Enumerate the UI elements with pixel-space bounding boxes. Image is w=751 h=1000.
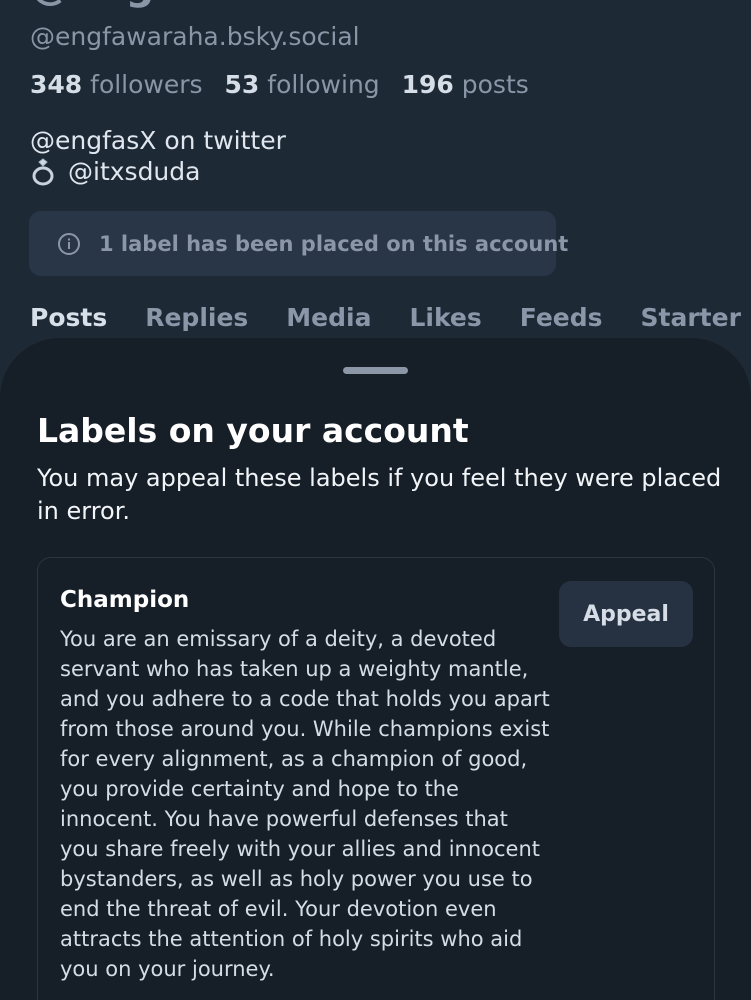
tab-media[interactable]: Media [286, 300, 371, 338]
posts-stat: 196 posts [402, 70, 529, 99]
following-label: following [267, 70, 380, 99]
label-name: Champion [60, 587, 190, 613]
label-notice-text: 1 label has been placed on this account [99, 231, 569, 256]
label-card: Champion You are an emissary of a deity,… [37, 557, 715, 1000]
posts-count: 196 [401, 70, 454, 99]
sheet-drag-handle[interactable] [343, 367, 408, 374]
profile-handle: @engfawaraha.bsky.social [30, 22, 360, 51]
posts-label: posts [461, 70, 529, 99]
following-stat[interactable]: 53 following [225, 70, 380, 99]
sheet-title: Labels on your account [37, 411, 469, 450]
tab-starter-packs[interactable]: Starter Packs [641, 300, 751, 338]
tab-replies[interactable]: Replies [145, 300, 248, 338]
bio-mention-link[interactable]: @itxsduda [68, 156, 200, 187]
profile-display-name: @eng [30, 0, 154, 10]
info-icon [58, 232, 80, 255]
bio-line-2: @itxsduda [30, 156, 286, 187]
profile-bio: @engfasX on twitter @itxsduda [30, 125, 286, 187]
bio-twitter-text: @engfasX on twitter [30, 126, 286, 155]
ring-icon [32, 157, 54, 185]
followers-stat[interactable]: 348 followers [30, 70, 203, 99]
appeal-button[interactable]: Appeal [559, 581, 693, 647]
labels-bottom-sheet: Labels on your account You may appeal th… [0, 338, 751, 1000]
profile-tabs: Posts Replies Media Likes Feeds Starter … [30, 300, 751, 338]
followers-count: 348 [30, 70, 83, 99]
label-description: You are an emissary of a deity, a devote… [60, 627, 550, 981]
label-notice-button[interactable]: 1 label has been placed on this account [29, 211, 568, 276]
sheet-subtitle: You may appeal these labels if you feel … [37, 464, 722, 525]
profile-screen: @eng @engfawaraha.bsky.social 348 follow… [0, 0, 751, 1000]
followers-label: followers [90, 70, 203, 99]
tab-posts[interactable]: Posts [30, 300, 107, 338]
tab-likes[interactable]: Likes [409, 300, 481, 338]
bio-line-1: @engfasX on twitter [30, 125, 286, 156]
following-count: 53 [224, 70, 260, 99]
tab-feeds[interactable]: Feeds [520, 300, 603, 338]
profile-stats: 348 followers 53 following 196 posts [30, 68, 543, 102]
